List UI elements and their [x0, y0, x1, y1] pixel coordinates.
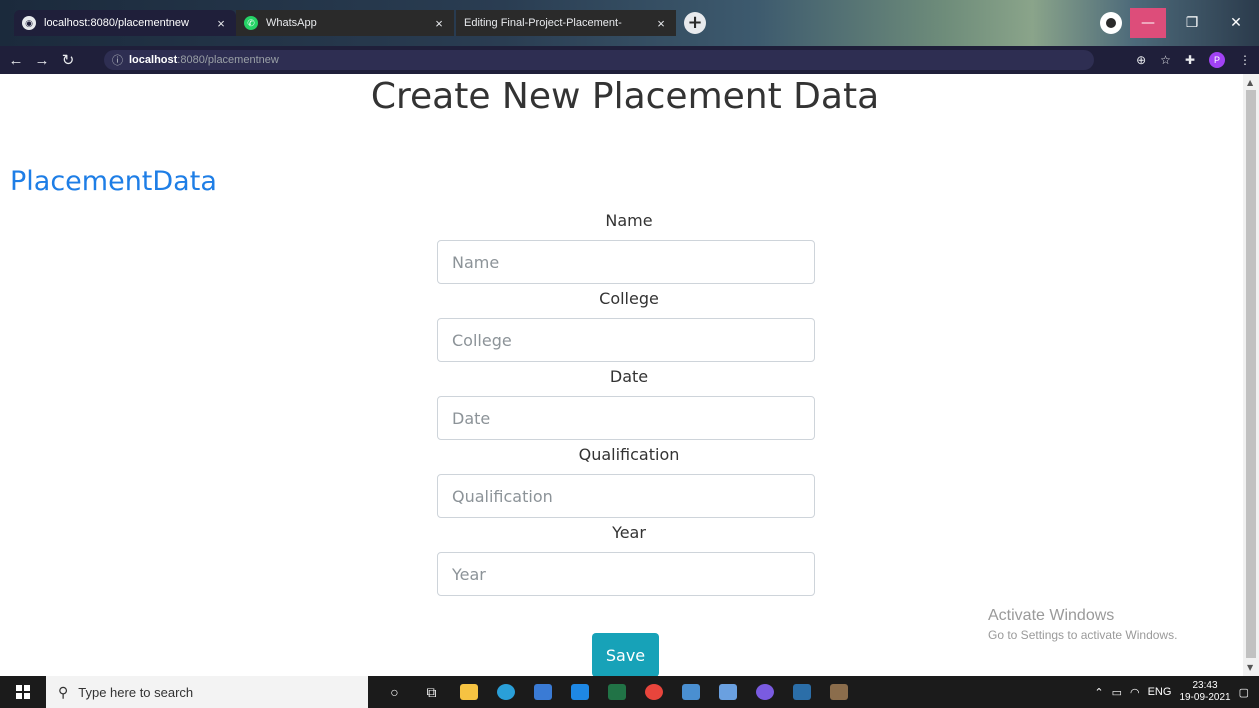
excel-icon[interactable] [598, 676, 635, 708]
new-tab-button[interactable]: + [684, 12, 706, 34]
brave-icon[interactable] [746, 676, 783, 708]
name-label: Name [605, 211, 653, 230]
tab-label: Editing Final-Project-Placement- [464, 17, 622, 29]
task-view-icon[interactable]: ⧉ [413, 676, 450, 708]
tab-whatsapp[interactable]: ✆ WhatsApp × [236, 10, 454, 36]
star-bookmark-icon[interactable]: ☆ [1160, 53, 1171, 67]
taskbar-apps: ○ ⧉ [376, 676, 857, 708]
activate-windows-watermark: Activate Windows Go to Settings to activ… [988, 607, 1177, 642]
back-arrow-icon[interactable]: ← [6, 52, 26, 69]
edge-icon[interactable] [487, 676, 524, 708]
reload-icon[interactable]: ↻ [58, 51, 78, 69]
chrome-icon[interactable] [635, 676, 672, 708]
clock-time: 23:43 [1192, 680, 1218, 691]
battery-icon[interactable]: ▭ [1112, 686, 1122, 699]
search-icon: ⚲ [58, 683, 69, 700]
language-indicator[interactable]: ENG [1148, 686, 1172, 698]
tab-editing[interactable]: Editing Final-Project-Placement- × [456, 10, 676, 36]
qualification-label: Qualification [578, 445, 680, 464]
scroll-down-arrow-icon[interactable]: ▼ [1247, 663, 1253, 672]
url-host: localhost [129, 54, 178, 66]
page-viewport: Create New Placement Data PlacementData … [0, 74, 1243, 676]
system-tray: ⌃ ▭ ◠ ENG 23:43 19-09-2021 ▢ [1094, 676, 1259, 708]
url-path: :8080/placementnew [177, 54, 279, 66]
notepad-icon[interactable] [672, 676, 709, 708]
chevron-up-icon[interactable]: ⌃ [1094, 686, 1103, 699]
globe-icon: ◉ [22, 16, 36, 30]
qualification-input[interactable] [437, 474, 815, 518]
save-button[interactable]: Save [592, 633, 659, 676]
search-placeholder: Type here to search [78, 684, 194, 700]
name-input[interactable] [437, 240, 815, 284]
mail-icon[interactable] [561, 676, 598, 708]
tab-close-icon[interactable]: × [432, 16, 446, 31]
tab-close-icon[interactable]: × [654, 16, 668, 31]
college-label: College [599, 289, 659, 308]
date-input[interactable] [437, 396, 815, 440]
clock[interactable]: 23:43 19-09-2021 [1179, 680, 1230, 704]
maximize-button[interactable]: ❐ [1174, 8, 1210, 38]
address-bar[interactable]: ⓘ localhost:8080/placementnew [104, 50, 1094, 70]
tab-placementnew[interactable]: ◉ localhost:8080/placementnew × [14, 10, 236, 36]
scroll-up-arrow-icon[interactable]: ▲ [1247, 78, 1253, 87]
tab-close-icon[interactable]: × [214, 16, 228, 31]
browser-toolbar: ← → ↻ ⓘ localhost:8080/placementnew ⊕ ☆ … [0, 46, 1259, 74]
whatsapp-icon: ✆ [244, 16, 258, 30]
windows-taskbar: ⚲ Type here to search ○ ⧉ ⌃ ▭ ◠ ENG 23:4… [0, 676, 1259, 708]
college-input[interactable] [437, 318, 815, 362]
file-explorer-icon[interactable] [450, 676, 487, 708]
app-icon[interactable] [709, 676, 746, 708]
cortana-icon[interactable]: ○ [376, 676, 413, 708]
year-input[interactable] [437, 552, 815, 596]
tab-label: localhost:8080/placementnew [44, 17, 189, 29]
section-heading: PlacementData [10, 166, 217, 197]
start-button[interactable] [0, 676, 46, 708]
tab-label: WhatsApp [266, 17, 317, 29]
extensions-puzzle-icon[interactable]: ✚ [1185, 53, 1195, 67]
minimize-button[interactable]: — [1130, 8, 1166, 38]
scroll-thumb[interactable] [1246, 90, 1256, 658]
windows-logo-icon [16, 685, 30, 699]
watermark-title: Activate Windows [988, 607, 1115, 624]
wifi-icon[interactable]: ◠ [1130, 686, 1140, 699]
placement-form: Name College Date Qualification Year [437, 206, 815, 596]
zoom-icon[interactable]: ⊕ [1136, 53, 1146, 67]
vscode-icon[interactable] [783, 676, 820, 708]
forward-arrow-icon[interactable]: → [32, 52, 52, 69]
chrome-profile-icon[interactable] [1100, 12, 1122, 34]
info-icon[interactable]: ⓘ [112, 52, 123, 68]
notifications-icon[interactable]: ▢ [1239, 686, 1249, 699]
watermark-subtitle: Go to Settings to activate Windows. [988, 628, 1178, 642]
store-icon[interactable] [524, 676, 561, 708]
browser-tab-strip: ◉ localhost:8080/placementnew × ✆ WhatsA… [0, 0, 1259, 46]
page-title: Create New Placement Data [370, 76, 880, 117]
profile-avatar[interactable]: P [1209, 52, 1225, 68]
date-label: Date [609, 367, 649, 386]
game-icon[interactable] [820, 676, 857, 708]
taskbar-search-box[interactable]: ⚲ Type here to search [46, 676, 368, 708]
vertical-scrollbar[interactable]: ▲ ▼ [1243, 74, 1259, 676]
clock-date: 19-09-2021 [1179, 692, 1231, 703]
year-label: Year [612, 523, 646, 542]
toolbar-actions: ⊕ ☆ ✚ P ⋮ [1136, 46, 1251, 74]
close-window-button[interactable]: ✕ [1218, 8, 1254, 38]
kebab-menu-icon[interactable]: ⋮ [1239, 53, 1251, 67]
